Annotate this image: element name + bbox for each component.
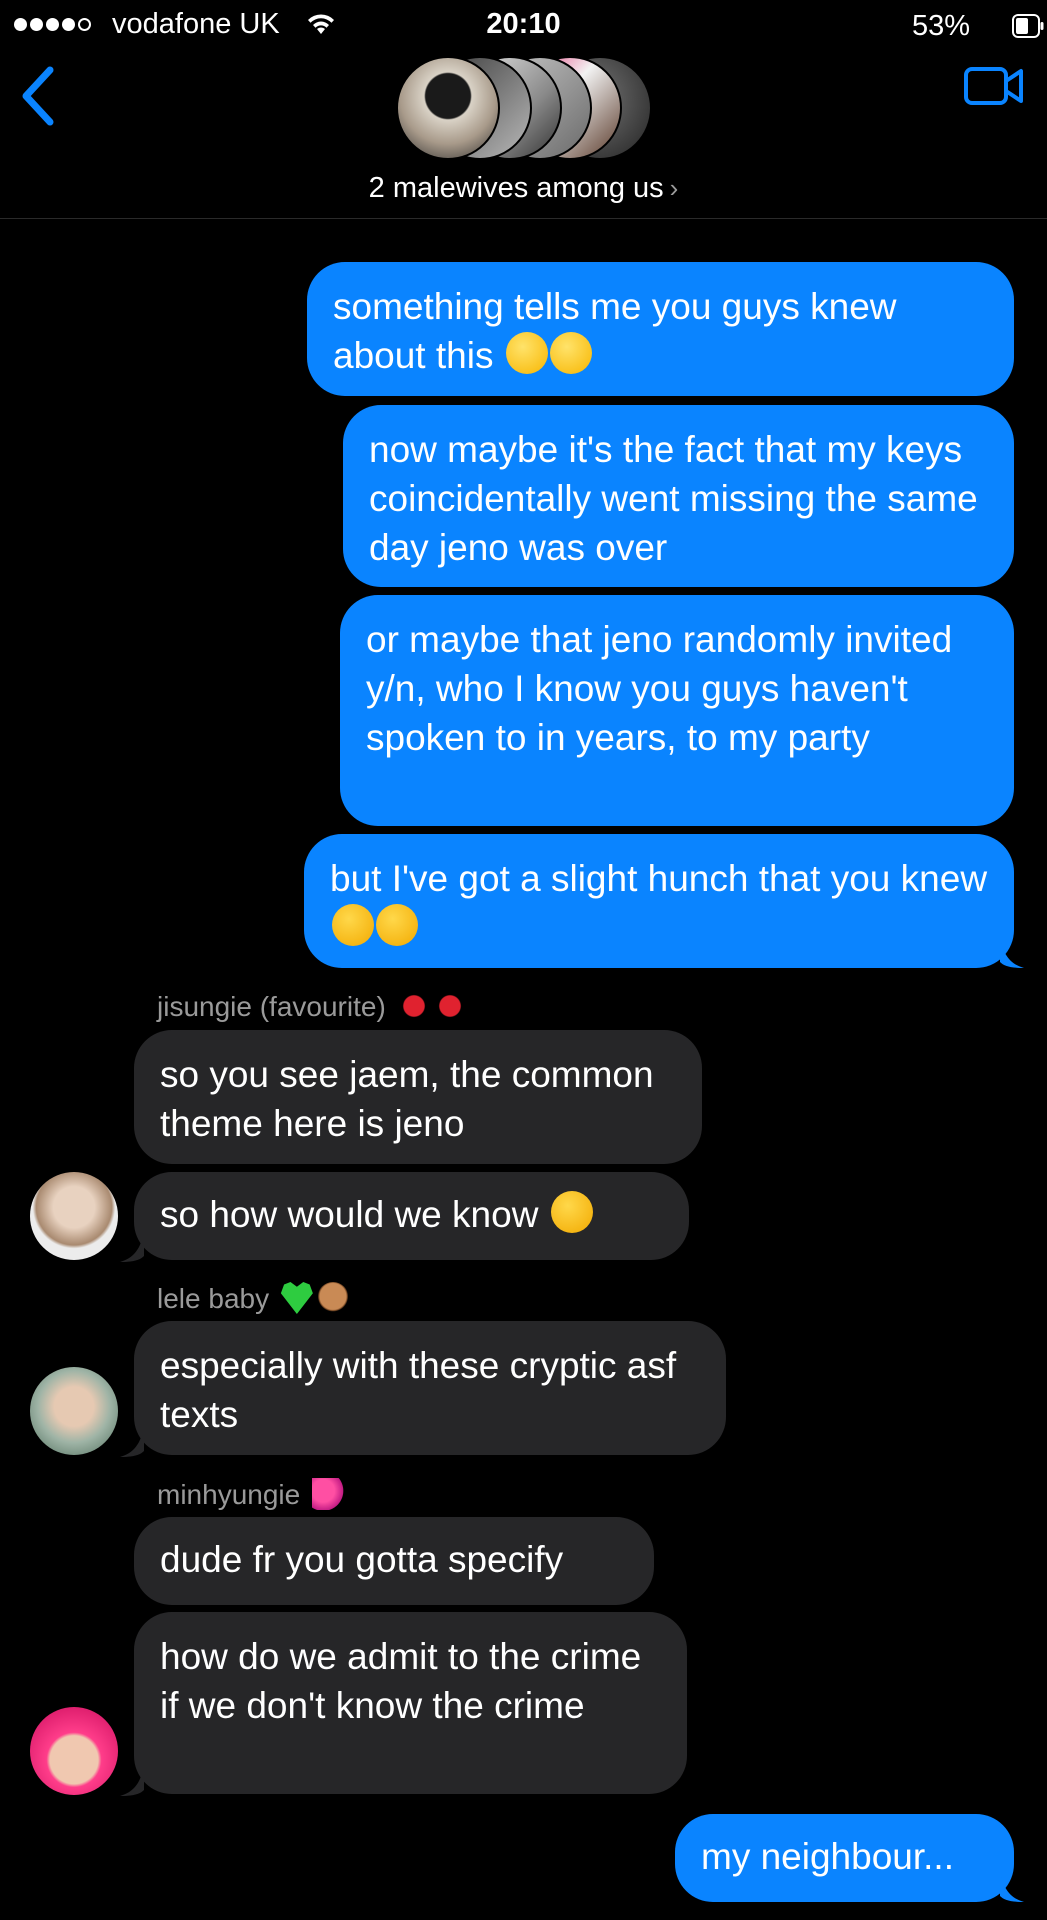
chevron-right-icon: ›	[669, 173, 679, 203]
bubble-tail	[1000, 1868, 1024, 1902]
sender-avatar[interactable]	[30, 1367, 118, 1455]
raised-eyebrow-emoji	[550, 1191, 593, 1233]
sender-avatar[interactable]	[30, 1707, 118, 1795]
kiss-mark-emoji	[433, 990, 466, 1022]
message-text: how do we admit to the crime if we don't…	[160, 1636, 642, 1726]
sender-name: minhyungie	[157, 1478, 344, 1511]
message-text: especially with these cryptic asf texts	[160, 1345, 677, 1435]
bubble-tail	[1000, 934, 1024, 968]
bubble-tail	[120, 1228, 144, 1262]
message-text: so you see jaem, the common theme here i…	[160, 1054, 654, 1144]
outgoing-message[interactable]: my neighbour...	[675, 1814, 1014, 1902]
thinking-face-emoji	[376, 904, 418, 946]
message-text: but I've got a slight hunch that you kne…	[330, 858, 988, 899]
group-name-button[interactable]: 2 malewives among us ›	[0, 172, 1047, 205]
chevron-left-icon	[22, 66, 54, 126]
message-text: so how would we know	[160, 1194, 539, 1235]
battery-percentage: 53%	[912, 10, 971, 42]
incoming-message[interactable]: how do we admit to the crime if we don't…	[134, 1612, 687, 1794]
incoming-message[interactable]: so you see jaem, the common theme here i…	[134, 1030, 702, 1164]
battery-icon	[1012, 14, 1044, 38]
sender-avatar[interactable]	[30, 1172, 118, 1260]
incoming-message[interactable]: dude fr you gotta specify	[134, 1517, 654, 1605]
message-text: dude fr you gotta specify	[160, 1539, 564, 1580]
incoming-message[interactable]: so how would we know	[134, 1172, 689, 1260]
see-no-evil-monkey-emoji	[316, 1282, 349, 1314]
thinking-face-emoji	[332, 904, 374, 946]
outgoing-message[interactable]: now maybe it's the fact that my keys coi…	[343, 405, 1014, 587]
outgoing-message[interactable]: but I've got a slight hunch that you kne…	[304, 834, 1014, 968]
melting-face-emoji	[549, 332, 592, 374]
sender-name: jisungie (favourite)	[157, 990, 466, 1023]
bubble-tail	[120, 1762, 144, 1796]
back-button[interactable]	[18, 66, 58, 131]
status-bar: vodafone UK 20:10 53%	[0, 0, 1047, 52]
message-text: or maybe that jeno randomly invited y/n,…	[366, 619, 953, 758]
group-member-avatar	[396, 56, 500, 160]
message-text: something tells me you guys knew about t…	[333, 286, 897, 376]
message-text: now maybe it's the fact that my keys coi…	[369, 429, 978, 568]
two-hearts-emoji	[311, 1478, 344, 1510]
video-camera-icon	[964, 67, 1023, 105]
clock: 20:10	[486, 8, 561, 40]
incoming-message[interactable]: especially with these cryptic asf texts	[134, 1321, 726, 1455]
video-call-button[interactable]	[963, 64, 1025, 113]
group-avatars[interactable]	[396, 56, 652, 160]
message-text: my neighbour...	[701, 1836, 954, 1877]
bubble-tail	[120, 1423, 144, 1457]
sender-name: lele baby	[157, 1282, 349, 1315]
outgoing-message[interactable]: or maybe that jeno randomly invited y/n,…	[340, 595, 1014, 826]
melting-face-emoji	[505, 332, 548, 374]
kiss-mark-emoji	[397, 990, 430, 1022]
group-name: 2 malewives among us	[368, 172, 664, 204]
green-heart-emoji	[280, 1282, 313, 1314]
outgoing-message[interactable]: something tells me you guys knew about t…	[307, 262, 1014, 396]
conversation-header: 2 malewives among us ›	[0, 52, 1047, 219]
